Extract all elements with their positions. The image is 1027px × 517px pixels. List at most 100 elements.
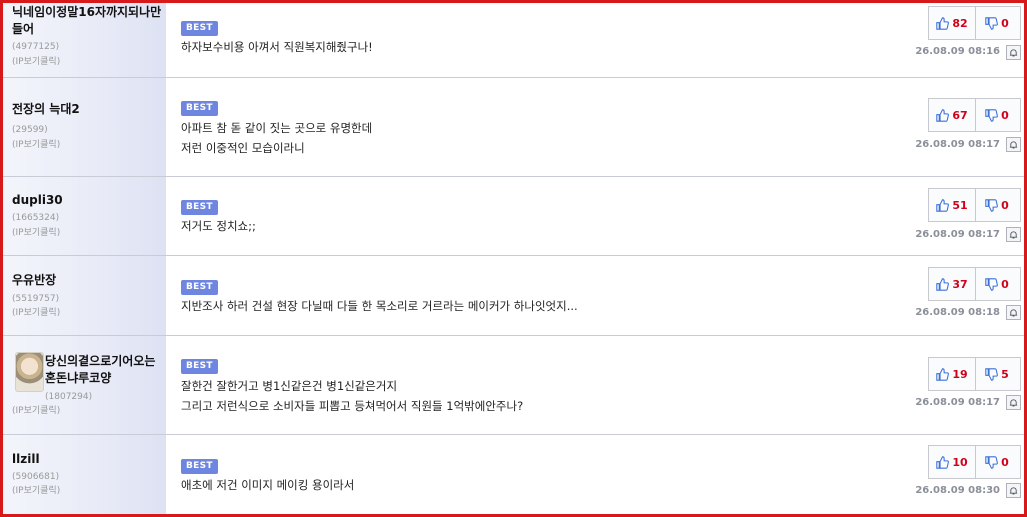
downvote-button[interactable]: 0 — [974, 7, 1020, 39]
bell-icon — [1009, 309, 1018, 317]
vote-box: 82 0 — [928, 6, 1021, 40]
comment-row: 당신의곁으로기어오는혼돈냐루코양 (1807294) (IP보기클릭) BEST… — [3, 336, 1024, 435]
author-id: (1807294) — [45, 392, 93, 402]
vote-box: 19 5 — [928, 357, 1021, 391]
comment-text: 그리고 저런식으로 소비자들 피뽑고 등쳐먹어서 직원들 1억밖에안주나? — [181, 399, 524, 413]
author-nickname[interactable]: 당신의곁으로기어오는혼돈냐루코양 — [45, 353, 165, 387]
comment-text: 아파트 참 돋 같이 짓는 곳으로 유명한데 — [181, 121, 373, 135]
report-button[interactable] — [1006, 395, 1021, 410]
best-badge: BEST — [181, 200, 218, 215]
comment-row: 닉네임이정말16자까지되나만들어 (4977125) (IP보기클릭) BEST… — [3, 3, 1024, 78]
author-id: (5906681) — [12, 472, 60, 482]
vote-box: 51 0 — [928, 188, 1021, 222]
upvote-count: 51 — [952, 198, 968, 212]
thumbs-down-icon — [985, 367, 999, 381]
comment-text: 저거도 정치쇼;; — [181, 219, 256, 233]
comment-author: 당신의곁으로기어오는혼돈냐루코양 (1807294) (IP보기클릭) — [3, 336, 166, 434]
avatar[interactable] — [15, 352, 44, 392]
report-button[interactable] — [1006, 305, 1021, 320]
downvote-count: 0 — [1001, 455, 1009, 469]
ip-view-link[interactable]: (IP보기클릭) — [12, 307, 60, 319]
downvote-count: 0 — [1001, 16, 1009, 30]
ip-view-link[interactable]: (IP보기클릭) — [12, 139, 60, 151]
best-badge: BEST — [181, 459, 218, 474]
report-button[interactable] — [1006, 137, 1021, 152]
comment-row: llzill (5906681) (IP보기클릭) BEST 애초에 저건 이미… — [3, 435, 1024, 514]
comment-content: BEST 지반조사 하러 건설 현장 다닐때 다들 한 목소리로 거르라는 메이… — [181, 256, 924, 335]
comment-text: 잘한건 잘한거고 병1신같은건 병1신같은거지 — [181, 379, 398, 393]
downvote-count: 0 — [1001, 108, 1009, 122]
comment-author: 전장의 늑대2 (29599) (IP보기클릭) — [3, 78, 166, 176]
comment-row: 전장의 늑대2 (29599) (IP보기클릭) BEST 아파트 참 돋 같이… — [3, 78, 1024, 177]
upvote-count: 67 — [952, 108, 968, 122]
report-button[interactable] — [1006, 483, 1021, 498]
upvote-button[interactable]: 37 — [929, 268, 976, 300]
downvote-button[interactable]: 5 — [974, 358, 1020, 390]
upvote-button[interactable]: 19 — [929, 358, 976, 390]
upvote-count: 19 — [952, 367, 968, 381]
author-nickname[interactable]: 전장의 늑대2 — [12, 101, 162, 118]
upvote-button[interactable]: 51 — [929, 189, 976, 221]
report-button[interactable] — [1006, 227, 1021, 242]
ip-view-link[interactable]: (IP보기클릭) — [12, 227, 60, 239]
bell-icon — [1009, 231, 1018, 239]
comment-date: 26.08.09 08:18 — [915, 307, 1000, 318]
comment-row: 우유반장 (5519757) (IP보기클릭) BEST 지반조사 하러 건설 … — [3, 256, 1024, 336]
best-badge: BEST — [181, 101, 218, 116]
upvote-count: 37 — [952, 277, 968, 291]
vote-box: 67 0 — [928, 98, 1021, 132]
downvote-button[interactable]: 0 — [974, 268, 1020, 300]
comment-row: dupli30 (1665324) (IP보기클릭) BEST 저거도 정치쇼;… — [3, 177, 1024, 256]
vote-box: 10 0 — [928, 445, 1021, 479]
thumbs-up-icon — [936, 455, 950, 469]
ip-view-link[interactable]: (IP보기클릭) — [12, 405, 60, 417]
comment-text: 저런 이중적인 모습이라니 — [181, 141, 305, 155]
comment-date: 26.08.09 08:17 — [915, 139, 1000, 150]
bell-icon — [1009, 487, 1018, 495]
comment-text: 지반조사 하러 건설 현장 다닐때 다들 한 목소리로 거르라는 메이커가 하나… — [181, 299, 578, 313]
downvote-button[interactable]: 0 — [974, 189, 1020, 221]
comment-content: BEST 애초에 저건 이미지 메이킹 용이라서 — [181, 435, 924, 514]
upvote-count: 82 — [952, 16, 968, 30]
downvote-button[interactable]: 0 — [974, 446, 1020, 478]
best-badge: BEST — [181, 280, 218, 295]
best-badge: BEST — [181, 21, 218, 36]
comment-date: 26.08.09 08:30 — [915, 485, 1000, 496]
author-nickname[interactable]: 닉네임이정말16자까지되나만들어 — [12, 4, 162, 38]
vote-box: 37 0 — [928, 267, 1021, 301]
author-id: (4977125) — [12, 42, 60, 52]
bell-icon — [1009, 141, 1018, 149]
author-id: (5519757) — [12, 294, 60, 304]
author-nickname[interactable]: dupli30 — [12, 192, 162, 209]
thumbs-up-icon — [936, 277, 950, 291]
downvote-button[interactable]: 0 — [974, 99, 1020, 131]
comment-content: BEST 아파트 참 돋 같이 짓는 곳으로 유명한데 저런 이중적인 모습이라… — [181, 78, 924, 176]
thumbs-down-icon — [985, 108, 999, 122]
comment-date: 26.08.09 08:17 — [915, 229, 1000, 240]
downvote-count: 0 — [1001, 198, 1009, 212]
author-id: (1665324) — [12, 213, 60, 223]
bell-icon — [1009, 49, 1018, 57]
thumbs-down-icon — [985, 455, 999, 469]
author-nickname[interactable]: 우유반장 — [12, 272, 162, 289]
best-badge: BEST — [181, 359, 218, 374]
comment-text: 애초에 저건 이미지 메이킹 용이라서 — [181, 478, 355, 492]
report-button[interactable] — [1006, 45, 1021, 60]
downvote-count: 0 — [1001, 277, 1009, 291]
thumbs-up-icon — [936, 108, 950, 122]
thumbs-up-icon — [936, 16, 950, 30]
upvote-button[interactable]: 82 — [929, 7, 976, 39]
comment-content: BEST 하자보수비용 아껴서 직원복지해줬구나! — [181, 3, 924, 77]
upvote-button[interactable]: 67 — [929, 99, 976, 131]
thumbs-up-icon — [936, 367, 950, 381]
thumbs-down-icon — [985, 198, 999, 212]
thumbs-down-icon — [985, 277, 999, 291]
author-id: (29599) — [12, 125, 48, 135]
upvote-button[interactable]: 10 — [929, 446, 976, 478]
ip-view-link[interactable]: (IP보기클릭) — [12, 485, 60, 497]
comment-date: 26.08.09 08:17 — [915, 397, 1000, 408]
upvote-count: 10 — [952, 455, 968, 469]
ip-view-link[interactable]: (IP보기클릭) — [12, 56, 60, 68]
author-nickname[interactable]: llzill — [12, 451, 162, 468]
comment-text: 하자보수비용 아껴서 직원복지해줬구나! — [181, 40, 373, 54]
